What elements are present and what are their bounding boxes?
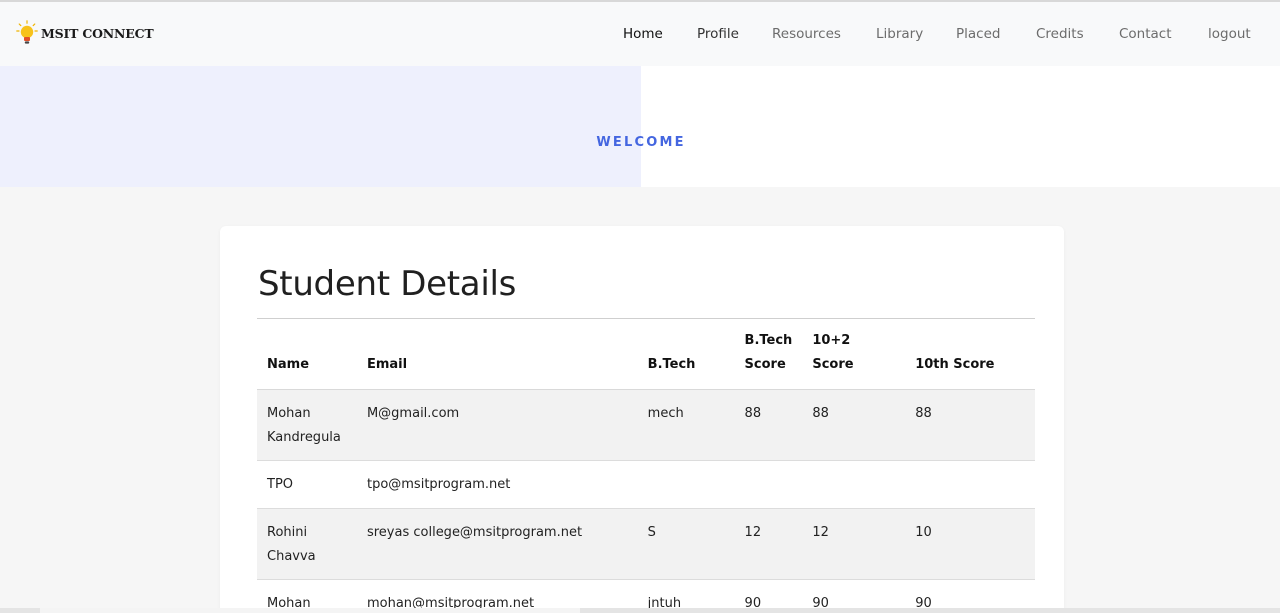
cell-tenth-score: 10 xyxy=(905,508,1035,580)
cell-email: sreyas college@msitprogram.net xyxy=(356,508,638,580)
nav-credits[interactable]: Credits xyxy=(1036,26,1084,42)
cell-tenth-score xyxy=(905,460,1035,509)
col-header-twelfth-score: 10+2 Score xyxy=(802,328,906,390)
cell-name-first: Rohini xyxy=(267,524,308,540)
col-header-email: Email xyxy=(356,328,638,390)
cell-branch xyxy=(637,460,735,509)
cell-email: tpo@msitprogram.net xyxy=(356,460,638,509)
nav-home[interactable]: Home xyxy=(623,26,663,42)
cell-name: TPO xyxy=(257,460,357,509)
table-row: Rohini Chavva sreyas college@msitprogram.… xyxy=(257,508,1035,580)
nav-library[interactable]: Library xyxy=(876,26,923,42)
col-header-tenth-score: 10th Score xyxy=(905,328,1035,390)
brand-logo[interactable]: MSIT CONNECT xyxy=(16,19,154,47)
cell-tenth-score: 88 xyxy=(905,389,1035,461)
title-divider xyxy=(257,318,1035,319)
cell-name-last: Chavva xyxy=(267,548,316,564)
brand-name: MSIT CONNECT xyxy=(41,25,154,41)
cell-name-last: Kandregula xyxy=(267,429,341,445)
table-row: TPO tpo@msitprogram.net xyxy=(257,460,1035,509)
page-title: Student Details xyxy=(258,264,517,304)
cell-name-first: Mohan xyxy=(267,405,311,421)
banner-tint xyxy=(0,66,641,187)
navbar: MSIT CONNECT Home Profile Resources Libr… xyxy=(0,2,1280,66)
cell-name: Rohini Chavva xyxy=(257,508,357,580)
cell-twelfth-score xyxy=(802,460,906,509)
cell-twelfth-score: 12 xyxy=(802,508,906,580)
cell-twelfth-score: 88 xyxy=(802,389,906,461)
table-header-row: Name Email B.Tech B.Tech Score 10+2 Score… xyxy=(257,328,1035,390)
lightbulb-icon xyxy=(16,20,38,44)
table-row: Mohan Kandregula M@gmail.com mech 88 88 8… xyxy=(257,389,1035,461)
col-header-branch: B.Tech xyxy=(637,328,735,390)
nav-profile[interactable]: Profile xyxy=(697,26,739,42)
cell-name: Mohan Kandregula xyxy=(257,389,357,461)
cell-btech-score: 88 xyxy=(734,389,803,461)
student-table: Name Email B.Tech B.Tech Score 10+2 Score… xyxy=(257,328,1035,613)
nav-logout[interactable]: logout xyxy=(1208,26,1251,42)
nav-placed[interactable]: Placed xyxy=(956,26,1000,42)
cell-btech-score: 12 xyxy=(734,508,803,580)
scrollbar-thumb[interactable] xyxy=(40,608,580,613)
nav-resources[interactable]: Resources xyxy=(772,26,841,42)
col-header-name: Name xyxy=(257,328,357,390)
nav-contact[interactable]: Contact xyxy=(1119,26,1172,42)
cell-branch: mech xyxy=(637,389,735,461)
cell-btech-score xyxy=(734,460,803,509)
cell-email: M@gmail.com xyxy=(356,389,638,461)
cell-branch: S xyxy=(637,508,735,580)
col-header-btech-score-line1: B.Tech xyxy=(744,332,793,348)
welcome-banner: WELCOME xyxy=(0,66,1280,187)
col-header-btech-score: B.Tech Score xyxy=(734,328,803,390)
student-details-card: Student Details Name Email B.Tech B.Tech… xyxy=(220,226,1064,613)
welcome-heading: WELCOME xyxy=(596,135,686,150)
col-header-btech-score-line2: Score xyxy=(744,356,786,372)
